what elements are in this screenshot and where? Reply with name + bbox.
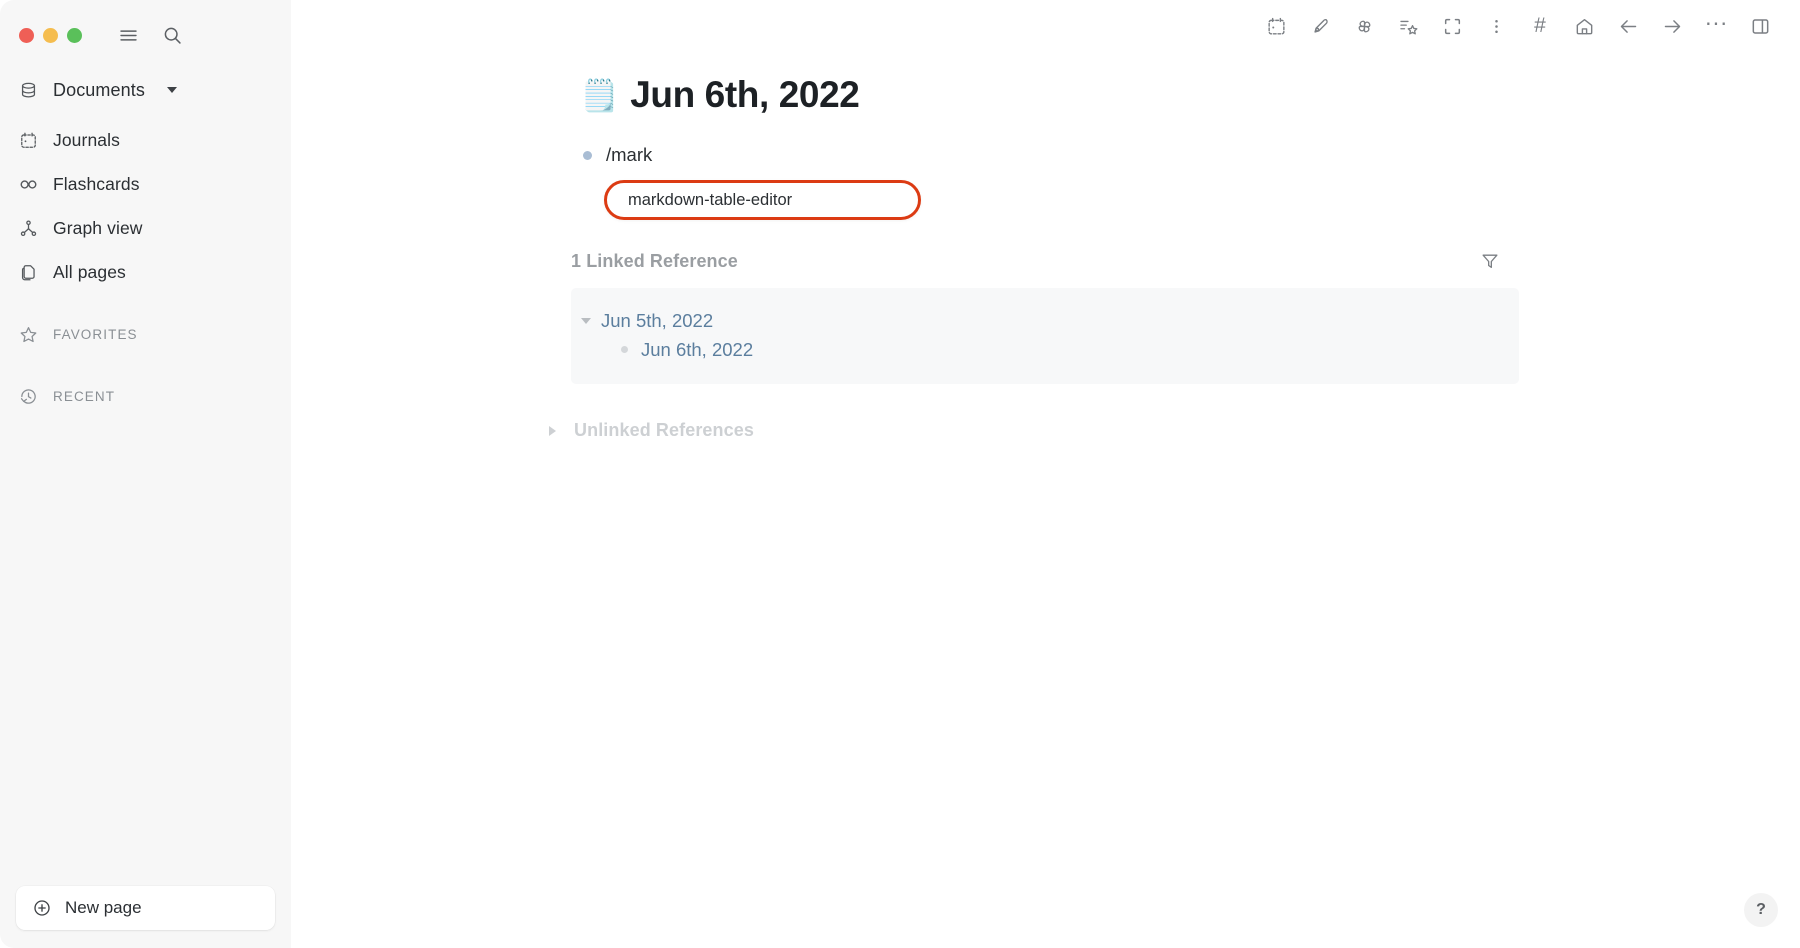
sidebar-section-recent[interactable]: RECENT — [0, 374, 291, 418]
fullscreen-icon[interactable] — [1430, 4, 1474, 48]
sidebar-section-favorites[interactable]: FAVORITES — [0, 312, 291, 356]
expand-triangle-icon[interactable] — [549, 425, 556, 436]
hamburger-menu-icon[interactable] — [117, 25, 139, 47]
linked-reference-block: Jun 5th, 2022 Jun 6th, 2022 — [571, 288, 1519, 384]
page-title: 🗒️ Jun 6th, 2022 — [580, 74, 1527, 116]
linked-references-title: 1 Linked Reference — [571, 250, 738, 271]
search-icon[interactable] — [161, 25, 183, 47]
sidebar-item-label: Journals — [53, 129, 120, 150]
sidebar-navigation: Documents Journals Flashcards Graph view… — [0, 52, 291, 418]
autocomplete-selected-item[interactable]: markdown-table-editor — [628, 191, 792, 210]
unlinked-references-header[interactable]: Unlinked References — [549, 420, 1527, 441]
database-icon — [18, 80, 39, 101]
pages-copy-icon — [18, 262, 39, 283]
editor-block[interactable]: /mark — [580, 142, 1527, 168]
slash-command-autocomplete[interactable]: markdown-table-editor — [604, 180, 921, 220]
close-window-button[interactable] — [19, 28, 34, 43]
right-sidebar-toggle-icon[interactable] — [1738, 4, 1782, 48]
calendar-icon[interactable] — [1254, 4, 1298, 48]
vertical-dots-icon[interactable] — [1474, 4, 1518, 48]
sidebar-item-label: All pages — [53, 261, 126, 282]
minimize-window-button[interactable] — [43, 28, 58, 43]
sidebar-top-icons — [117, 25, 183, 47]
block-bullet-icon[interactable] — [583, 150, 592, 160]
funnel-filter-icon[interactable] — [1477, 248, 1503, 274]
page-inner: 🗒️ Jun 6th, 2022 /mark markdown-table-ed… — [549, 74, 1527, 441]
sidebar-item-label: Flashcards — [53, 173, 140, 194]
pencil-edit-icon[interactable] — [1298, 4, 1342, 48]
history-clock-icon — [18, 386, 39, 407]
sidebar-section-label: FAVORITES — [53, 326, 138, 342]
top-toolbar: # ··· — [1254, 0, 1800, 52]
sidebar-section-label: RECENT — [53, 388, 116, 404]
reference-child-link[interactable]: Jun 6th, 2022 — [641, 339, 753, 361]
unlinked-references-title: Unlinked References — [574, 420, 754, 440]
reference-bullet-icon[interactable] — [621, 346, 628, 353]
home-icon[interactable] — [1562, 4, 1606, 48]
sidebar-item-flashcards[interactable]: Flashcards — [0, 162, 291, 206]
window-controls — [0, 0, 291, 52]
new-page-button[interactable]: New page — [16, 886, 275, 930]
reference-page-link[interactable]: Jun 5th, 2022 — [601, 310, 713, 332]
calendar-icon — [18, 130, 39, 151]
graph-node-icon — [18, 218, 39, 239]
pinwheel-icon[interactable] — [1342, 4, 1386, 48]
new-page-container: New page — [0, 886, 291, 948]
spiral-notepad-icon: 🗒️ — [580, 77, 619, 113]
sidebar-workspace-label: Documents — [53, 79, 145, 100]
ellipsis-icon[interactable]: ··· — [1694, 4, 1738, 48]
help-button[interactable]: ? — [1744, 893, 1778, 927]
forward-arrow-icon[interactable] — [1650, 4, 1694, 48]
back-arrow-icon[interactable] — [1606, 4, 1650, 48]
shooting-star-icon[interactable] — [1386, 4, 1430, 48]
sidebar-item-label: Graph view — [53, 217, 143, 238]
sidebar-workspace-documents[interactable]: Documents — [0, 68, 291, 112]
plus-circle-icon — [31, 898, 52, 919]
maximize-window-button[interactable] — [67, 28, 82, 43]
infinity-icon — [18, 174, 39, 195]
hashtag-icon[interactable]: # — [1518, 4, 1562, 48]
chevron-down-icon[interactable] — [166, 87, 177, 93]
reference-child-row[interactable]: Jun 6th, 2022 — [571, 335, 1519, 364]
reference-parent-row[interactable]: Jun 5th, 2022 — [571, 306, 1519, 335]
block-text[interactable]: /mark — [606, 144, 652, 166]
main-area: # ··· 🗒️ Jun 6th, 2022 /mark markdown-ta… — [291, 0, 1800, 948]
page-content: 🗒️ Jun 6th, 2022 /mark markdown-table-ed… — [291, 52, 1800, 441]
left-sidebar: Documents Journals Flashcards Graph view… — [0, 0, 291, 948]
star-icon — [18, 324, 39, 345]
block-list: /mark markdown-table-editor — [580, 142, 1527, 220]
sidebar-item-graph-view[interactable]: Graph view — [0, 206, 291, 250]
sidebar-item-journals[interactable]: Journals — [0, 118, 291, 162]
new-page-label: New page — [65, 898, 142, 917]
app-window: Documents Journals Flashcards Graph view… — [0, 0, 1800, 948]
sidebar-item-all-pages[interactable]: All pages — [0, 250, 291, 294]
collapse-triangle-icon[interactable] — [581, 317, 591, 324]
page-title-text: Jun 6th, 2022 — [630, 74, 860, 115]
linked-references-header: 1 Linked Reference — [571, 248, 1519, 274]
